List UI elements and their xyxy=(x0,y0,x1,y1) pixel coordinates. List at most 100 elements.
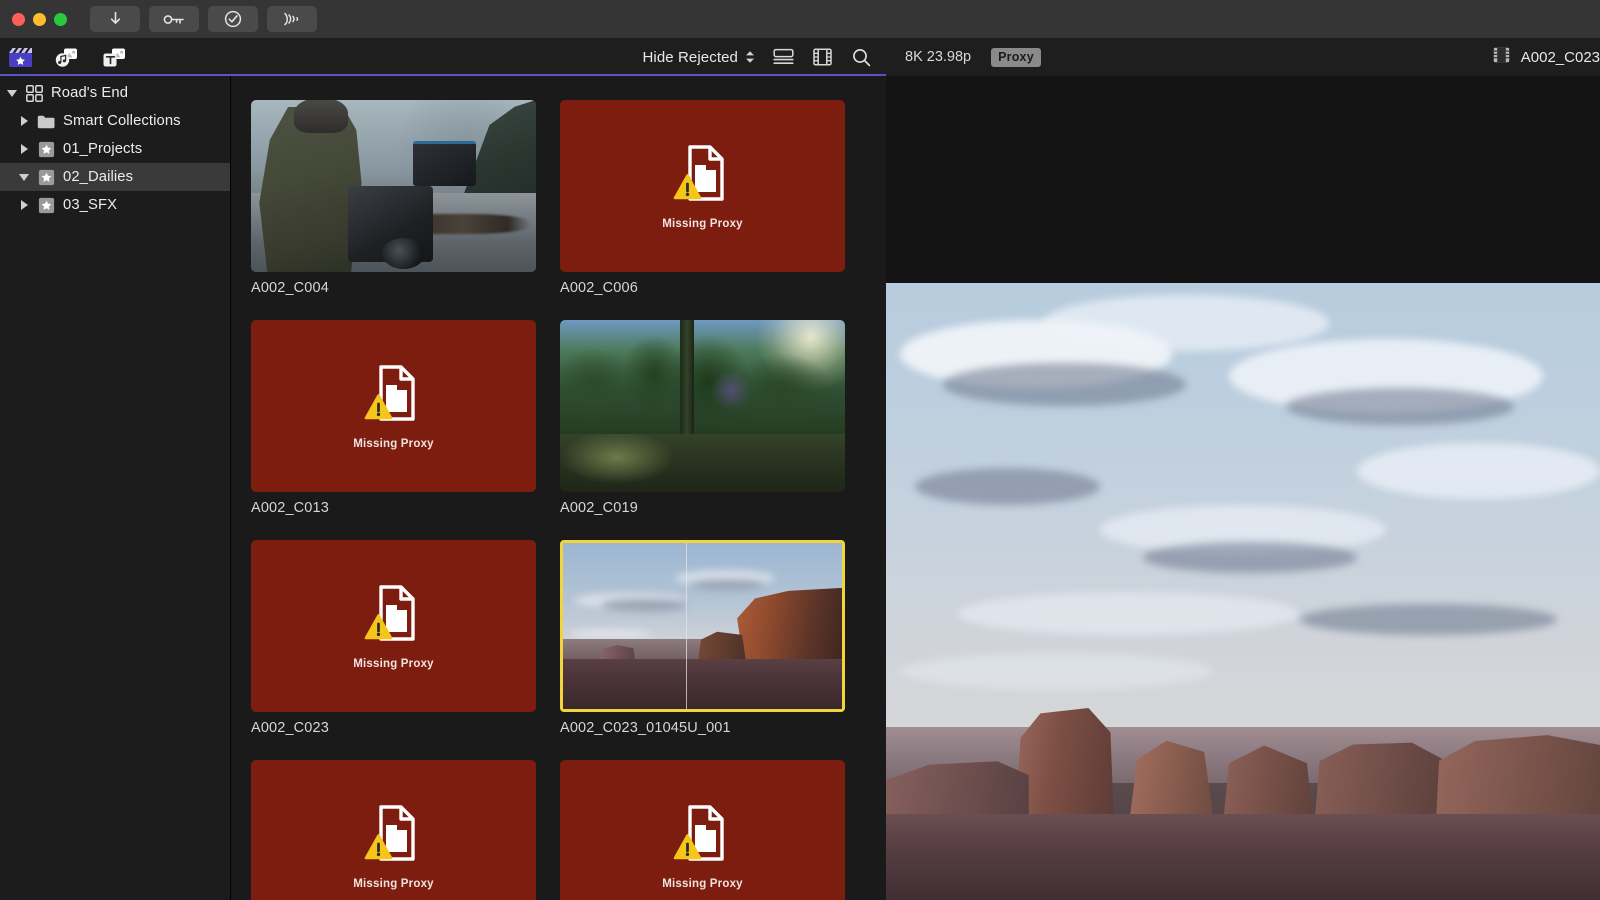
missing-proxy-label: Missing Proxy xyxy=(353,437,434,450)
sidebar-item-03-sfx[interactable]: 03_SFX xyxy=(0,191,230,219)
keywords-button[interactable] xyxy=(149,6,199,32)
chevron-updown-icon xyxy=(745,50,755,64)
clip-label: A002_C006 xyxy=(560,280,638,296)
browser-toolbar: Hide Rejected 8K 23.98p Proxy A002_C023 xyxy=(0,38,1600,76)
disclosure-triangle-down-icon[interactable] xyxy=(14,173,34,181)
viewer-toolbar: 8K 23.98p Proxy A002_C023 xyxy=(886,38,1600,76)
check-circle-icon xyxy=(224,10,242,28)
titles-icon[interactable] xyxy=(102,46,127,68)
missing-proxy-tile: Missing Proxy xyxy=(251,320,536,492)
missing-proxy-label: Missing Proxy xyxy=(662,217,743,230)
clip-label: A002_C004 xyxy=(251,280,329,296)
music-photos-icon[interactable] xyxy=(55,46,80,68)
clip-cell[interactable]: Missing Proxy A002_C024 xyxy=(251,760,536,900)
ratings-button[interactable] xyxy=(208,6,258,32)
missing-proxy-tile: Missing Proxy xyxy=(251,760,536,900)
clip-cell[interactable]: Missing Proxy A002_C034 xyxy=(560,760,845,900)
disclosure-triangle-right-icon[interactable] xyxy=(14,200,34,210)
format-label: 8K 23.98p xyxy=(905,49,972,65)
clip-label: A002_C023_01045U_001 xyxy=(560,720,731,736)
missing-media-icon xyxy=(364,583,424,650)
clip-thumbnail[interactable]: Missing Proxy xyxy=(251,320,536,492)
missing-media-icon xyxy=(673,803,733,870)
audio-waveform-icon xyxy=(281,11,303,27)
keyword-star-icon xyxy=(34,169,58,186)
skimmer-playhead[interactable] xyxy=(685,543,688,709)
clip-thumbnail[interactable]: Missing Proxy xyxy=(251,540,536,712)
clip-browser[interactable]: A002_C004 Missing Proxy A002_C006 Missin… xyxy=(232,76,886,900)
keyword-star-icon xyxy=(34,197,58,214)
audio-enhance-button[interactable] xyxy=(267,6,317,32)
filter-label: Hide Rejected xyxy=(642,48,738,66)
sidebar-item-label: Road's End xyxy=(51,85,129,101)
sidebar-item-label: 01_Projects xyxy=(63,141,143,157)
missing-media-icon xyxy=(364,363,424,430)
clip-cell[interactable]: A002_C019 xyxy=(560,320,845,516)
traffic-lights xyxy=(0,12,67,26)
sidebar-item-label: 02_Dailies xyxy=(63,169,134,185)
clip-label: A002_C023 xyxy=(251,720,329,736)
thumbnail-artwork xyxy=(563,543,842,709)
missing-proxy-label: Missing Proxy xyxy=(353,877,434,890)
clip-thumbnail[interactable]: Missing Proxy xyxy=(251,760,536,900)
clip-grid: A002_C004 Missing Proxy A002_C006 Missin… xyxy=(251,100,886,900)
viewer-image xyxy=(886,283,1600,900)
clip-cell[interactable]: Missing Proxy A002_C006 xyxy=(560,100,845,296)
missing-proxy-tile: Missing Proxy xyxy=(251,540,536,712)
keyword-star-icon xyxy=(34,141,58,158)
viewer-clip-title: A002_C023 xyxy=(1493,38,1600,76)
filmstrip-view-icon[interactable] xyxy=(811,47,833,67)
clip-thumbnail[interactable] xyxy=(251,100,536,272)
disclosure-triangle-down-icon[interactable] xyxy=(2,89,22,97)
filter-dropdown[interactable]: Hide Rejected xyxy=(642,49,755,66)
close-button[interactable] xyxy=(12,12,25,26)
sidebar-item-smart-collections[interactable]: Smart Collections xyxy=(0,107,230,135)
library-browser-icons xyxy=(0,38,232,76)
clip-label: A002_C019 xyxy=(560,500,638,516)
sidebar-item-01-projects[interactable]: 01_Projects xyxy=(0,135,230,163)
folder-icon xyxy=(34,114,58,129)
import-media-button[interactable] xyxy=(90,6,140,32)
clip-cell-selected[interactable]: A002_C023_01045U_001 xyxy=(560,540,845,736)
minimize-button[interactable] xyxy=(33,12,46,26)
zoom-button[interactable] xyxy=(54,12,67,26)
library-sidebar[interactable]: Road's End Smart Collections 01_Projects xyxy=(0,76,231,900)
sidebar-item-roads-end[interactable]: Road's End xyxy=(0,79,230,107)
thumbnail-artwork xyxy=(251,100,536,272)
clip-thumbnail[interactable] xyxy=(560,540,845,712)
search-icon[interactable] xyxy=(850,47,872,67)
missing-media-icon xyxy=(673,143,733,210)
missing-proxy-tile: Missing Proxy xyxy=(560,760,845,900)
missing-proxy-label: Missing Proxy xyxy=(662,877,743,890)
download-arrow-icon xyxy=(108,11,123,27)
viewer-pane[interactable] xyxy=(886,76,1600,900)
disclosure-triangle-right-icon[interactable] xyxy=(14,144,34,154)
viewer-artwork xyxy=(886,283,1600,900)
library-grid-icon xyxy=(22,84,46,102)
missing-proxy-label: Missing Proxy xyxy=(353,657,434,670)
filmstrip-icon xyxy=(1493,47,1510,68)
browser-toolbar-controls: Hide Rejected xyxy=(232,38,886,76)
sidebar-item-label: Smart Collections xyxy=(63,113,181,129)
proxy-badge: Proxy xyxy=(991,47,1041,67)
clip-thumbnail[interactable] xyxy=(560,320,845,492)
disclosure-triangle-right-icon[interactable] xyxy=(14,116,34,126)
thumbnail-artwork xyxy=(560,320,845,492)
window-toolbar xyxy=(90,6,317,32)
clapperboard-icon[interactable] xyxy=(8,46,33,68)
clip-thumbnail[interactable]: Missing Proxy xyxy=(560,100,845,272)
clip-cell[interactable]: Missing Proxy A002_C013 xyxy=(251,320,536,516)
key-icon xyxy=(163,13,185,26)
missing-proxy-tile: Missing Proxy xyxy=(560,100,845,272)
clip-cell[interactable]: Missing Proxy A002_C023 xyxy=(251,540,536,736)
list-view-icon[interactable] xyxy=(772,47,794,67)
window-title-bar xyxy=(0,0,1600,38)
clip-thumbnail[interactable]: Missing Proxy xyxy=(560,760,845,900)
sidebar-item-02-dailies[interactable]: 02_Dailies xyxy=(0,163,230,191)
clip-label: A002_C013 xyxy=(251,500,329,516)
missing-media-icon xyxy=(364,803,424,870)
sidebar-item-label: 03_SFX xyxy=(63,197,118,213)
viewer-letterbox xyxy=(886,76,1600,283)
viewer-clip-name: A002_C023 xyxy=(1520,48,1600,66)
clip-cell[interactable]: A002_C004 xyxy=(251,100,536,296)
